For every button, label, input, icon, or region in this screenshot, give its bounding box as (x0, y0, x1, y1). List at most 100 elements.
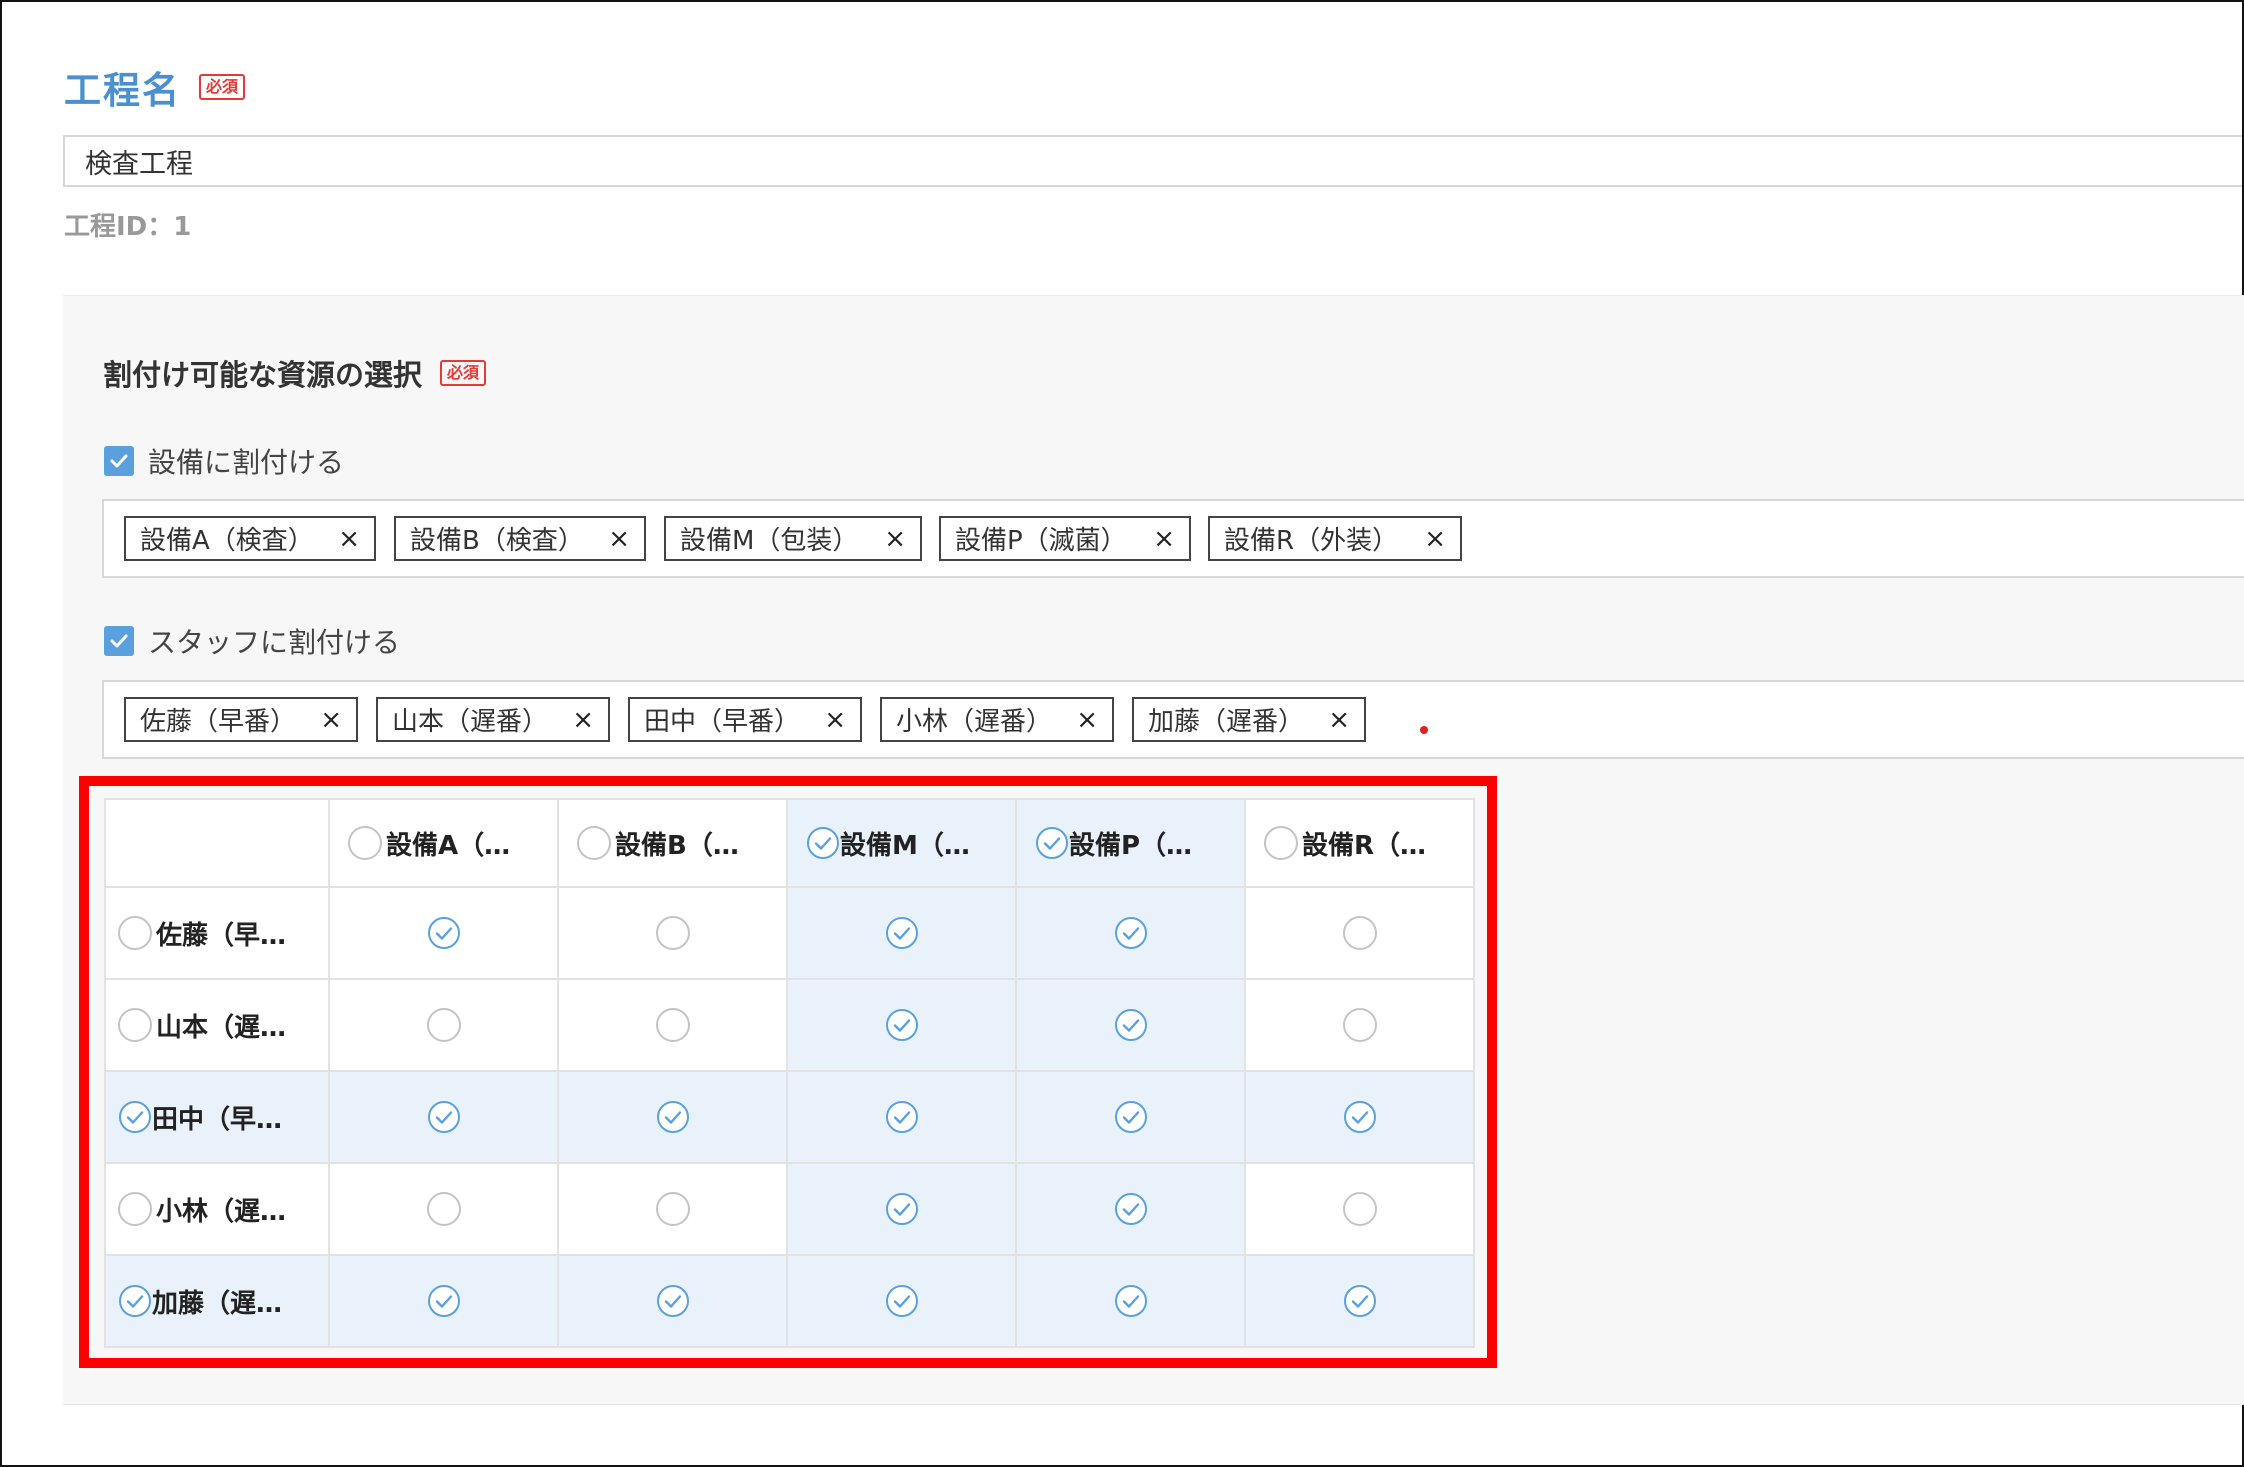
matrix-cell[interactable] (557, 1162, 788, 1256)
empty-circle-icon[interactable] (655, 1192, 690, 1226)
required-badge: 必須 (199, 74, 246, 100)
column-header-label: 設備M（… (840, 830, 970, 861)
check-circle-icon[interactable] (806, 826, 840, 860)
check-circle-icon[interactable] (1114, 916, 1148, 950)
matrix-cell[interactable] (328, 886, 559, 980)
matrix-cell[interactable] (1244, 978, 1475, 1072)
check-circle-icon[interactable] (656, 1100, 690, 1134)
matrix-cell[interactable] (786, 1254, 1017, 1348)
empty-circle-icon[interactable] (655, 916, 690, 950)
remove-tag-icon[interactable]: × (338, 524, 360, 554)
matrix-row-header[interactable]: 小林（遅… (104, 1162, 330, 1256)
matrix-column-header[interactable]: 設備M（… (786, 798, 1017, 888)
matrix-cell[interactable] (328, 978, 559, 1072)
annotation-dot (1420, 726, 1428, 734)
checkbox-checked-icon[interactable] (104, 446, 134, 476)
matrix-row: 田中（早… (104, 1070, 1475, 1164)
matrix-cell[interactable] (1244, 886, 1475, 980)
matrix-column-header[interactable]: 設備B（… (557, 798, 788, 888)
remove-tag-icon[interactable]: × (1153, 524, 1175, 554)
matrix-cell[interactable] (1244, 1254, 1475, 1348)
matrix-cell[interactable] (328, 1070, 559, 1164)
check-circle-icon[interactable] (885, 1008, 919, 1042)
empty-circle-icon[interactable] (426, 1008, 461, 1042)
matrix-row-header[interactable]: 山本（遅… (104, 978, 330, 1072)
remove-tag-icon[interactable]: × (884, 524, 906, 554)
equipment-tag: 設備P（滅菌） × (939, 516, 1191, 561)
check-circle-icon[interactable] (118, 1100, 152, 1134)
check-circle-icon[interactable] (1035, 826, 1069, 860)
check-circle-icon[interactable] (885, 1284, 919, 1318)
row-header-label: 加藤（遅… (152, 1288, 283, 1319)
matrix-cell[interactable] (786, 886, 1017, 980)
matrix-cell[interactable] (786, 1070, 1017, 1164)
remove-tag-icon[interactable]: × (1424, 524, 1446, 554)
matrix-cell[interactable] (1244, 1162, 1475, 1256)
remove-tag-icon[interactable]: × (608, 524, 630, 554)
assignment-matrix: 設備A（… 設備B（… 設備M（… 設備P（… 設備R（… 佐藤（早… 山本（遅… 田中（早…… (104, 798, 1475, 1348)
matrix-cell[interactable] (557, 978, 788, 1072)
check-circle-icon[interactable] (1343, 1100, 1377, 1134)
check-circle-icon[interactable] (1114, 1100, 1148, 1134)
equipment-tag: 設備M（包装） × (664, 516, 922, 561)
empty-circle-icon[interactable] (426, 1192, 461, 1226)
equipment-checkbox-row[interactable]: 設備に割付ける (104, 441, 344, 481)
matrix-column-header[interactable]: 設備P（… (1015, 798, 1246, 888)
remove-tag-icon[interactable]: × (572, 705, 594, 735)
matrix-cell[interactable] (1015, 978, 1246, 1072)
empty-circle-icon[interactable] (118, 1192, 152, 1226)
matrix-cell[interactable] (557, 1070, 788, 1164)
remove-tag-icon[interactable]: × (320, 705, 342, 735)
process-name-input[interactable] (63, 135, 2242, 187)
matrix-cell[interactable] (557, 1254, 788, 1348)
matrix-header-row: 設備A（… 設備B（… 設備M（… 設備P（… 設備R（… (104, 798, 1475, 888)
check-circle-icon[interactable] (656, 1284, 690, 1318)
matrix-cell[interactable] (1015, 1070, 1246, 1164)
check-circle-icon[interactable] (885, 1100, 919, 1134)
equipment-tag-input[interactable]: 設備A（検査） × 設備B（検査） × 設備M（包装） × 設備P（滅菌） × … (102, 499, 2244, 578)
staff-tag-input[interactable]: 佐藤（早番） × 山本（遅番） × 田中（早番） × 小林（遅番） × 加藤（遅… (102, 680, 2244, 759)
matrix-cell[interactable] (328, 1254, 559, 1348)
empty-circle-icon[interactable] (1264, 826, 1298, 860)
matrix-row-header[interactable]: 佐藤（早… (104, 886, 330, 980)
empty-circle-icon[interactable] (655, 1008, 690, 1042)
empty-circle-icon[interactable] (1342, 916, 1377, 950)
matrix-column-header[interactable]: 設備A（… (328, 798, 559, 888)
remove-tag-icon[interactable]: × (1076, 705, 1098, 735)
empty-circle-icon[interactable] (1342, 1008, 1377, 1042)
matrix-cell[interactable] (1015, 1254, 1246, 1348)
matrix-row: 加藤（遅… (104, 1254, 1475, 1348)
check-circle-icon[interactable] (1114, 1284, 1148, 1318)
check-circle-icon[interactable] (1343, 1284, 1377, 1318)
check-circle-icon[interactable] (427, 1100, 461, 1134)
matrix-cell[interactable] (557, 886, 788, 980)
matrix-cell[interactable] (786, 1162, 1017, 1256)
matrix-row-header[interactable]: 加藤（遅… (104, 1254, 330, 1348)
check-circle-icon[interactable] (1114, 1008, 1148, 1042)
remove-tag-icon[interactable]: × (1328, 705, 1350, 735)
matrix-cell[interactable] (786, 978, 1017, 1072)
matrix-row-header[interactable]: 田中（早… (104, 1070, 330, 1164)
matrix-cell[interactable] (328, 1162, 559, 1256)
check-circle-icon[interactable] (427, 1284, 461, 1318)
empty-circle-icon[interactable] (577, 826, 611, 860)
check-circle-icon[interactable] (1114, 1192, 1148, 1226)
matrix-column-header[interactable]: 設備R（… (1244, 798, 1475, 888)
empty-circle-icon[interactable] (1342, 1192, 1377, 1226)
empty-circle-icon[interactable] (118, 1008, 152, 1042)
remove-tag-icon[interactable]: × (824, 705, 846, 735)
empty-circle-icon[interactable] (118, 916, 152, 950)
check-circle-icon[interactable] (885, 1192, 919, 1226)
staff-checkbox-row[interactable]: スタッフに割付ける (104, 621, 400, 661)
matrix-cell[interactable] (1244, 1070, 1475, 1164)
check-circle-icon[interactable] (427, 916, 461, 950)
checkbox-checked-icon[interactable] (104, 626, 134, 656)
column-header-label: 設備P（… (1069, 830, 1193, 861)
empty-circle-icon[interactable] (348, 826, 382, 860)
row-header-label: 田中（早… (152, 1104, 283, 1135)
matrix-cell[interactable] (1015, 1162, 1246, 1256)
check-circle-icon[interactable] (118, 1284, 152, 1318)
matrix-cell[interactable] (1015, 886, 1246, 980)
check-circle-icon[interactable] (885, 916, 919, 950)
staff-tag: 小林（遅番） × (880, 697, 1114, 742)
